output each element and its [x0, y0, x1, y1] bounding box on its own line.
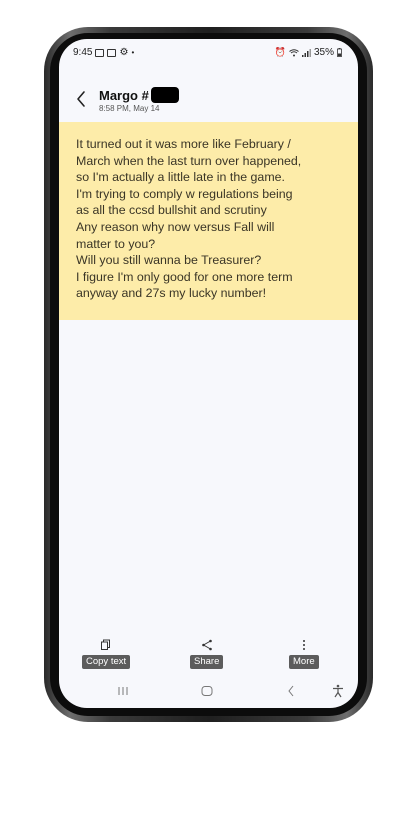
more-vertical-icon: [302, 637, 306, 653]
more-label: More: [289, 655, 319, 669]
share-button[interactable]: Share: [190, 637, 224, 669]
image-icon: [95, 48, 105, 57]
message-line: so I'm actually a little late in the gam…: [76, 170, 285, 185]
back-button[interactable]: [73, 87, 91, 111]
status-right: ⏰ 35%: [275, 47, 342, 58]
message-line: I'm trying to comply w regulations being: [76, 186, 293, 201]
message-line: anyway and 27s my lucky number!: [76, 286, 267, 301]
home-icon: [201, 686, 213, 696]
conversation-header: Margo # 8:58 PM, May 14: [59, 87, 358, 117]
chevron-left-icon: [77, 91, 85, 107]
wifi-icon: [289, 48, 299, 56]
alarm-icon: ⏰: [274, 47, 286, 57]
battery-level: 35%: [313, 47, 334, 58]
more-button[interactable]: More: [289, 637, 319, 669]
accessibility-button[interactable]: [326, 681, 350, 701]
status-left: 9:45 ⚙ •: [73, 47, 134, 58]
recents-button[interactable]: [111, 681, 135, 701]
gallery-icon: [107, 48, 117, 57]
accessibility-icon: [333, 684, 343, 698]
message-bubble: It turned out it was more like February …: [59, 122, 358, 320]
home-button[interactable]: [195, 681, 219, 701]
dot-icon: •: [131, 48, 135, 57]
share-label: Share: [190, 655, 224, 669]
settings-icon: ⚙: [119, 47, 129, 58]
recents-icon: [118, 687, 128, 695]
contact-name: Margo #: [99, 87, 179, 103]
navigation-bar: [59, 681, 358, 701]
message-timestamp: 8:58 PM, May 14: [99, 104, 160, 113]
contact-name-text: Margo #: [99, 87, 149, 103]
nav-back-button[interactable]: [279, 681, 303, 701]
copy-text-label: Copy text: [82, 655, 131, 669]
phone-screen: 9:45 ⚙ • ⏰ 35% Margo # 8:58 PM, May 14 I…: [59, 39, 358, 708]
message-line: I figure I'm only good for one more term: [76, 269, 293, 284]
message-line: March when the last turn over happened,: [76, 153, 302, 168]
message-line: Any reason why now versus Fall will: [76, 219, 275, 234]
message-line: Will you still wanna be Treasurer?: [76, 253, 262, 268]
signal-icon: [301, 48, 311, 57]
copy-text-button[interactable]: Copy text: [82, 637, 131, 669]
back-icon: [288, 685, 294, 697]
message-line: It turned out it was more like February …: [76, 137, 291, 151]
copy-icon: [100, 637, 112, 653]
message-line: as all the ccsd bullshit and scrutiny: [76, 203, 267, 218]
message-line: matter to you?: [76, 236, 156, 251]
status-bar: 9:45 ⚙ • ⏰ 35%: [59, 39, 358, 65]
share-icon: [201, 637, 213, 653]
bottom-toolbar: Copy text Share More: [59, 637, 358, 675]
battery-icon: [337, 48, 342, 57]
status-time: 9:45: [73, 47, 93, 58]
redaction-block: [150, 87, 179, 103]
